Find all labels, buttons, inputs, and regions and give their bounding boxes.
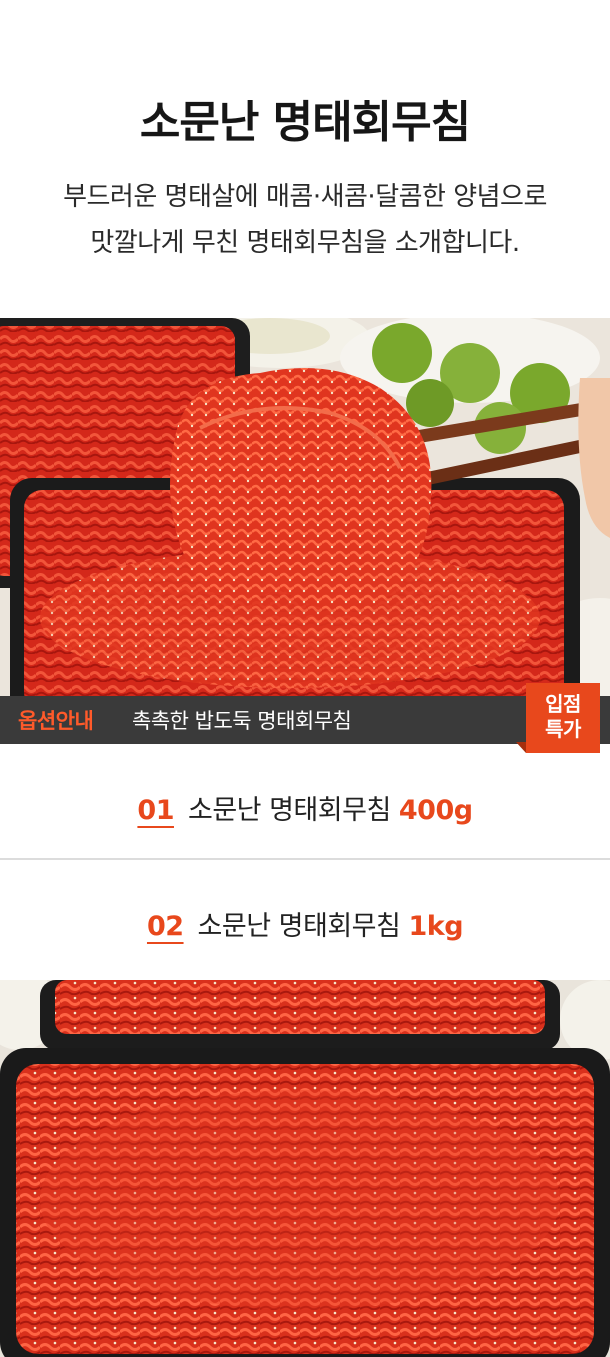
option-amount: 1kg [408, 911, 464, 942]
option-name: 소문난 명태회무침 [197, 911, 401, 942]
option-number: 01 [137, 795, 174, 826]
product-photo-tray [0, 980, 610, 1357]
option-info-label: 옵션안내 [18, 709, 94, 733]
option-number: 02 [146, 911, 184, 942]
option-row-1[interactable]: 01 소문난 명태회무침 400g [0, 744, 610, 860]
product-header: 소문난 명태회무침 부드러운 명태살에 매콤·새콤·달콤한 양념으로 맛깔나게 … [0, 0, 610, 318]
product-title: 소문난 명태회무침 [139, 97, 471, 148]
description-line-2: 맛깔나게 무친 명태회무침을 소개합니다. [90, 228, 520, 258]
option-amount: 400g [398, 795, 473, 826]
option-name: 소문난 명태회무침 [187, 795, 391, 826]
option-info-bar: 옵션안내 촉촉한 밥도둑 명태회무침 [0, 696, 610, 744]
product-photo-chopsticks [0, 318, 610, 696]
description-line-1: 부드러운 명태살에 매콤·새콤·달콤한 양념으로 [63, 182, 547, 212]
badge-line-2: 특가 [545, 717, 581, 741]
food-illustration-2 [0, 980, 610, 1357]
option-info-text: 촉촉한 밥도둑 명태회무침 [132, 709, 352, 733]
product-description: 부드러운 명태살에 매콤·새콤·달콤한 양념으로 맛깔나게 무친 명태회무침을 … [0, 174, 610, 266]
badge-line-1: 입점 [545, 692, 581, 716]
special-price-badge: 입점 특가 [526, 683, 600, 753]
food-illustration-1 [0, 318, 610, 696]
option-row-2[interactable]: 02 소문난 명태회무침 1kg [0, 860, 610, 980]
